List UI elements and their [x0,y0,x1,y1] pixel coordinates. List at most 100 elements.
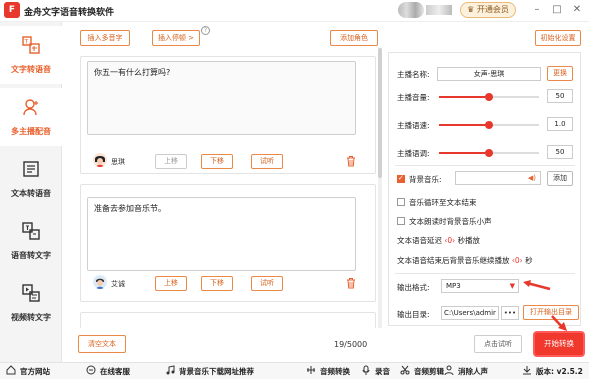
pitch-label: 主播语调: [397,149,430,158]
speed-value-field[interactable]: 1.0 [547,117,573,131]
audio-cut-icon [400,365,410,375]
sidebar-item-label: 语音转文字 [11,251,51,260]
audio-cut-link[interactable]: 音频剪辑 [414,366,444,377]
add-role-button[interactable]: 添加角色 [330,30,378,46]
change-anchor-button[interactable]: 更换 [547,66,573,81]
slider-fill [439,152,489,154]
website-link[interactable]: 官方网站 [20,366,50,377]
script-text-input[interactable]: 准备去参加音乐节。 [87,197,356,271]
output-dir-field[interactable]: C:\Users\admir [441,306,499,320]
dir-label: 输出目录: [397,310,430,319]
red-arrow-icon [523,280,551,291]
speaker-name[interactable]: 思琪 [111,157,125,167]
delay-suffix: 秒播放 [457,236,481,245]
music-icon [166,365,175,375]
version-label: 版本: v2.5.2 [536,367,583,376]
download-icon [523,366,531,375]
maximize-button[interactable]: □ [550,3,564,17]
init-settings-button[interactable]: 初始化设置 [535,30,581,46]
char-counter: 19/5000 [334,340,368,349]
close-button[interactable]: ✕ [570,3,584,17]
slider-knob[interactable] [485,93,493,101]
move-down-button[interactable]: 下移 [201,276,233,291]
listen-button[interactable]: 试听 [251,276,283,291]
move-up-button[interactable]: 上移 [155,276,187,291]
continue-suffix: 秒 [525,256,533,265]
move-down-button[interactable]: 下移 [201,154,233,169]
user-name[interactable] [426,5,452,15]
speaker-name[interactable]: 艾诚 [111,279,125,289]
user-avatar[interactable] [398,2,424,18]
scrollbar-thumb[interactable] [378,48,382,178]
insert-pause-button[interactable]: 插入停顿 > [152,30,200,46]
preview-listen-button[interactable]: 点击试听 [474,335,522,353]
speed-slider[interactable] [439,121,539,129]
video-to-text-icon [22,284,40,302]
sidebar-item-label: 多主播配音 [11,127,51,136]
sidebar-item-label: 文字转语音 [11,65,51,74]
volume-slider[interactable] [439,93,539,101]
sidebar-item-text-to-speech[interactable]: T 文字转语音 [0,26,62,84]
chevron-down-icon: ▼ [509,282,515,290]
continue-prefix: 文本语音结束后背景音乐继续播放 [397,256,510,265]
online-service-link[interactable]: 在线客服 [100,366,130,377]
anchor-label: 主播名称: [397,70,430,79]
help-icon[interactable]: ? [201,26,210,35]
sidebar-item-speech-to-text[interactable]: 语音转文字 [0,212,62,270]
move-up-button[interactable]: 上移 [155,154,187,169]
lower-volume-checkbox[interactable] [397,217,405,225]
sidebar-item-multi-speaker[interactable]: 多主播配音 [0,88,62,146]
minimize-button[interactable]: – [530,3,544,17]
add-bgm-button[interactable]: 添加 [547,171,573,186]
loop-checkbox[interactable] [397,198,405,206]
svg-text:T: T [24,39,29,46]
sidebar-item-video-to-text[interactable]: 视频转文字 [0,274,62,332]
avatar [93,153,107,167]
avatar [93,275,107,289]
sidebar-item-doc-to-speech[interactable]: 文本转语音 [0,150,62,208]
delay-stepper[interactable]: ‹0› [444,236,455,245]
delay-value[interactable]: 0 [447,236,452,245]
app-title: 金舟文字语音转换软件 [24,8,115,18]
headset-icon [86,365,96,375]
record-link[interactable]: 录音 [375,366,390,377]
bgm-checkbox[interactable] [397,174,405,183]
settings-panel: 主播名称: 女声-思琪 更换 主播音量: 50 主播语速: 1.0 主播语调: … [388,52,581,326]
trash-icon[interactable] [346,155,356,167]
bgm-site-link[interactable]: 背景音乐下载网址推荐 [179,366,254,377]
clear-text-button[interactable]: 清空文本 [78,335,126,353]
bottom-bar: 官方网站 在线客服 背景音乐下载网址推荐 音频转换 录音 音频剪辑 消除人声 版… [0,362,589,379]
delay-prefix: 文本语音延迟 [397,236,442,245]
scrollbar[interactable] [378,48,382,328]
anchor-name-field[interactable]: 女声-思琪 [437,67,541,81]
script-list: 你五一有什么打算吗? 思琪 上移 下移 试听 准备去参加音乐节。 艾诚 上移 下… [80,48,376,328]
insert-polyphone-button[interactable]: 插入多音字 [80,30,130,46]
pitch-value-field[interactable]: 50 [547,145,573,159]
audio-convert-link[interactable]: 音频转换 [320,366,350,377]
slider-knob[interactable] [485,121,493,129]
loop-label: 音乐循环至文本结束 [409,198,477,207]
format-select[interactable]: MP3 ▼ [441,279,519,293]
continue-value[interactable]: 0 [515,256,520,265]
pitch-slider[interactable] [439,149,539,157]
slider-knob[interactable] [485,149,493,157]
listen-button[interactable]: 试听 [251,154,283,169]
script-text-input[interactable]: 你五一有什么打算吗? [87,61,356,135]
bgm-file-field[interactable]: ◀) [455,171,541,185]
remove-vocal-link[interactable]: 消除人声 [458,366,488,377]
app-logo: F [4,2,20,18]
audio-convert-icon [307,366,315,374]
start-convert-button[interactable]: 开始转换 [535,333,583,355]
format-label: 输出格式: [397,283,430,292]
speaker-icon[interactable]: ◀) [528,174,536,182]
trash-icon[interactable] [346,277,356,289]
script-row [80,312,376,328]
crown-icon: ♛ [467,5,477,14]
text-to-speech-icon: T [22,36,40,54]
continue-stepper[interactable]: ‹0› [512,256,523,265]
browse-dir-button[interactable]: ••• [501,306,519,320]
document-icon [23,161,39,177]
record-icon [362,365,370,375]
vip-button[interactable]: ♛ 开通会员 [460,2,516,18]
volume-value-field[interactable]: 50 [547,89,573,103]
